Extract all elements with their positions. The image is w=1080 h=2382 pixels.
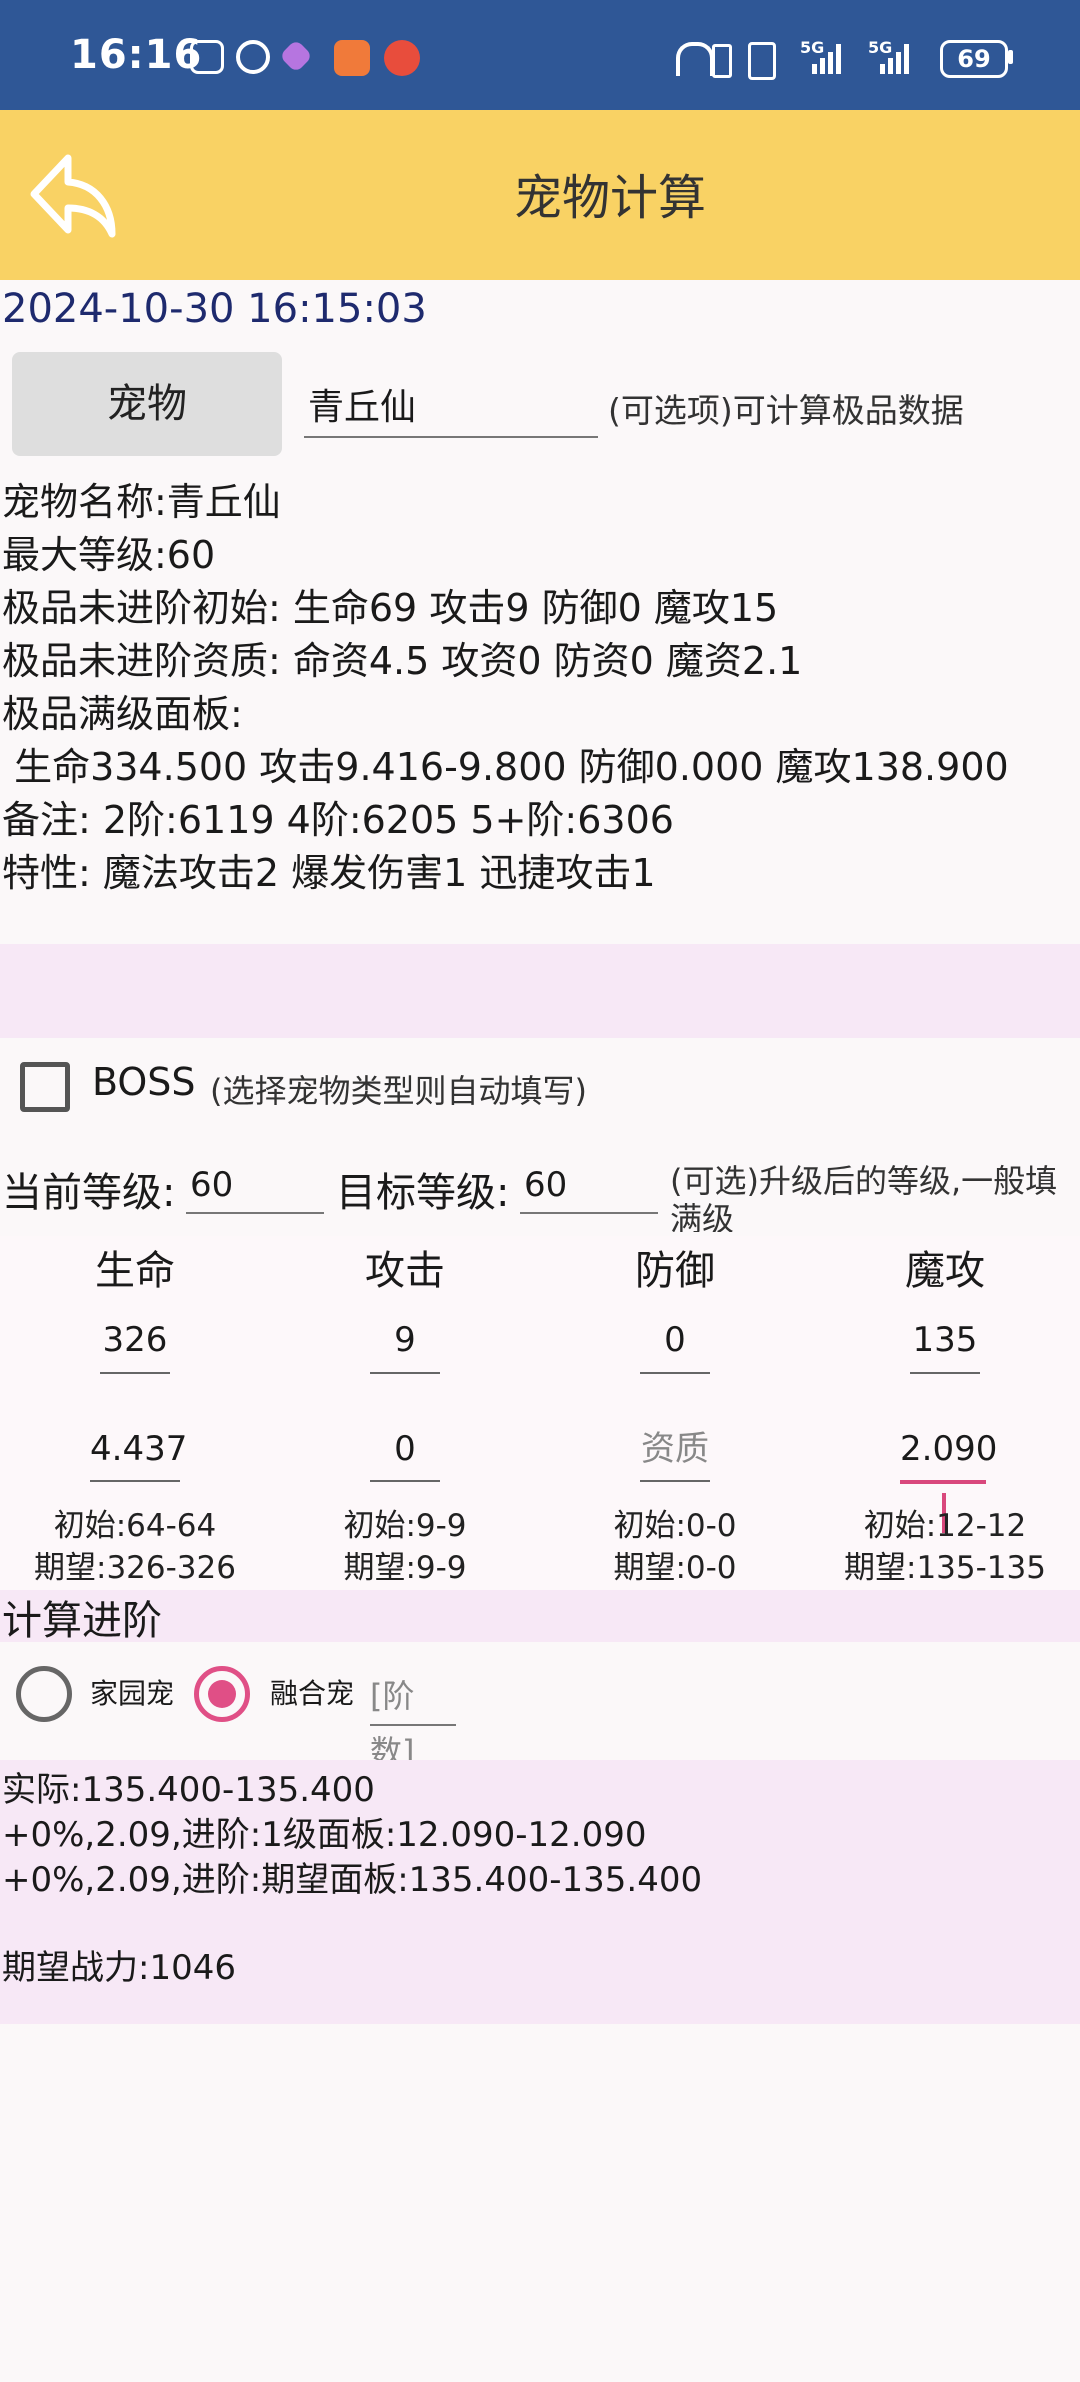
defense-quality-input[interactable]: 资质 bbox=[640, 1418, 710, 1482]
defense-expected-range: 期望:0-0 bbox=[613, 1550, 737, 1586]
signal-icon bbox=[880, 42, 909, 74]
battery-saver-icon bbox=[712, 44, 732, 78]
app-notification-icon bbox=[279, 39, 313, 73]
attack-value-input[interactable]: 9 bbox=[370, 1308, 440, 1374]
datetime-label: 2024-10-30 16:15:03 bbox=[2, 286, 427, 332]
magic-quality-input[interactable]: 2.090 bbox=[900, 1418, 997, 1533]
page-title: 宠物计算 bbox=[513, 170, 706, 226]
defense-value-input[interactable]: 0 bbox=[640, 1308, 710, 1374]
info-line: 备注: 2阶:6119 4阶:6205 5+阶:6306 bbox=[2, 798, 674, 842]
pet-optional-hint: (可选项)可计算极品数据 bbox=[608, 391, 964, 430]
battery-icon: 69 bbox=[940, 40, 1008, 78]
result-line: 实际:135.400-135.400 bbox=[2, 1770, 375, 1810]
defense-initial-range: 初始:0-0 bbox=[613, 1508, 737, 1544]
app-notification-icon bbox=[334, 40, 370, 76]
result-line: +0%,2.09,进阶:期望面板:135.400-135.400 bbox=[2, 1860, 703, 1900]
stage-input[interactable]: [阶数] bbox=[370, 1668, 456, 1771]
hp-value-input[interactable]: 326 bbox=[100, 1308, 170, 1374]
info-line: 极品满级面板: bbox=[2, 692, 243, 736]
current-level-label: 当前等级: bbox=[2, 1170, 176, 1216]
info-line: 特性: 魔法攻击2 爆发伤害1 迅捷攻击1 bbox=[2, 851, 656, 895]
magic-quality-value: 2.090 bbox=[900, 1429, 998, 1469]
attack-initial-range: 初始:9-9 bbox=[343, 1508, 467, 1544]
nfc-icon bbox=[190, 40, 224, 74]
vibrate-icon bbox=[748, 42, 776, 80]
home-pet-radio[interactable] bbox=[16, 1666, 72, 1722]
hp-expected-range: 期望:326-326 bbox=[34, 1550, 236, 1586]
pet-select-button[interactable]: 宠物 bbox=[12, 352, 282, 456]
stat-header-attack: 攻击 bbox=[365, 1248, 445, 1294]
status-time: 16:16 bbox=[70, 32, 203, 78]
info-line: 极品未进阶资质: 命资4.5 攻资0 防资0 魔资2.1 bbox=[2, 639, 803, 683]
info-line: 生命334.500 攻击9.416-9.800 防御0.000 魔攻138.90… bbox=[2, 745, 1009, 789]
attack-expected-range: 期望:9-9 bbox=[343, 1550, 467, 1586]
magic-value-input[interactable]: 135 bbox=[910, 1308, 980, 1374]
home-pet-label[interactable]: 家园宠 bbox=[90, 1672, 174, 1712]
combat-power-line: 期望战力:1046 bbox=[2, 1948, 236, 1988]
info-line: 宠物名称:青丘仙 bbox=[2, 480, 281, 524]
stat-header-hp: 生命 bbox=[95, 1248, 175, 1294]
headphone-icon bbox=[676, 42, 714, 76]
section-band bbox=[0, 1590, 1080, 1642]
magic-expected-range: 期望:135-135 bbox=[844, 1550, 1046, 1586]
magic-initial-range: 初始:12-12 bbox=[863, 1508, 1027, 1544]
status-bar: 16:16 5G 5G 69 bbox=[0, 0, 1080, 110]
divider-band bbox=[0, 944, 1080, 1038]
attack-quality-input[interactable]: 0 bbox=[370, 1418, 440, 1482]
current-level-input[interactable]: 60 bbox=[186, 1158, 324, 1214]
signal-icon bbox=[812, 42, 841, 74]
stat-header-magic: 魔攻 bbox=[905, 1248, 985, 1294]
app-notification-icon bbox=[384, 40, 420, 76]
alarm-icon bbox=[236, 40, 270, 74]
boss-label[interactable]: BOSS bbox=[92, 1060, 196, 1104]
boss-hint: (选择宠物类型则自动填写) bbox=[210, 1072, 587, 1110]
boss-checkbox[interactable] bbox=[20, 1062, 70, 1112]
info-line: 极品未进阶初始: 生命69 攻击9 防御0 魔攻15 bbox=[2, 586, 779, 630]
fusion-pet-radio[interactable] bbox=[194, 1666, 250, 1722]
battery-tip bbox=[1008, 50, 1013, 64]
fusion-pet-label[interactable]: 融合宠 bbox=[270, 1672, 354, 1712]
result-line: +0%,2.09,进阶:1级面板:12.090-12.090 bbox=[2, 1815, 647, 1855]
advance-section-title: 计算进阶 bbox=[2, 1598, 162, 1644]
stat-header-defense: 防御 bbox=[635, 1248, 715, 1294]
pet-name-input[interactable]: 青丘仙 bbox=[304, 380, 598, 438]
target-level-input[interactable]: 60 bbox=[520, 1158, 658, 1214]
info-line: 最大等级:60 bbox=[2, 533, 216, 577]
hp-initial-range: 初始:64-64 bbox=[53, 1508, 217, 1544]
target-level-hint: (可选)升级后的等级,一般填满级 bbox=[670, 1162, 1058, 1232]
hp-quality-input[interactable]: 4.437 bbox=[90, 1418, 187, 1482]
target-level-label: 目标等级: bbox=[336, 1170, 510, 1216]
